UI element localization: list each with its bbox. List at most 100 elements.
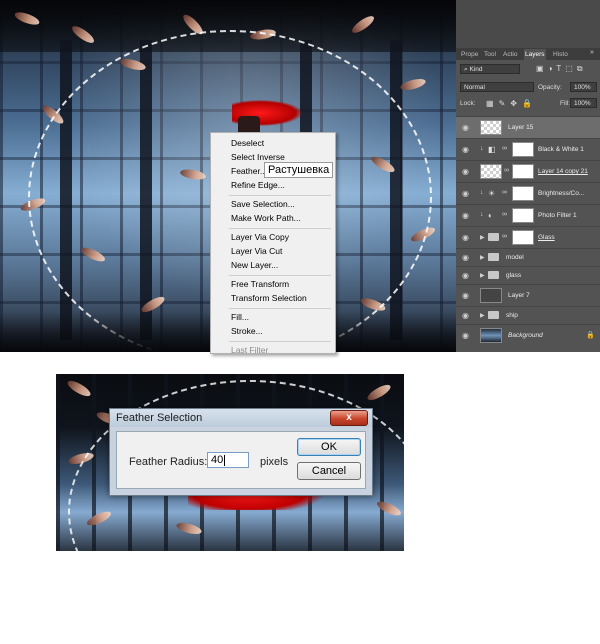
layer-row[interactable]: ◉ ↓ ◧ ∞ Black & White 1	[456, 138, 600, 160]
layer-thumbnail	[480, 328, 502, 343]
filter-icons[interactable]: ▣◑T⬚⧉	[536, 64, 587, 74]
layer-row[interactable]: ◉ ▶ glass	[456, 266, 600, 284]
shape-filter-icon[interactable]: ⬚	[565, 64, 577, 73]
layer-mask-thumbnail	[512, 230, 534, 245]
type-filter-icon[interactable]: T	[556, 64, 565, 73]
eye-icon[interactable]: ◉	[462, 145, 469, 154]
lock-position-icon[interactable]: ✥	[510, 99, 522, 108]
layer-name: Background	[508, 332, 543, 339]
layer-name: Brightness/Co...	[538, 190, 585, 197]
layer-row[interactable]: ◉ Layer 15	[456, 116, 600, 138]
group-collapse-icon[interactable]: ▶	[480, 312, 485, 319]
dialog-title: Feather Selection	[116, 412, 203, 424]
brightness-contrast-icon: ☀	[488, 189, 496, 198]
layer-thumbnail	[480, 120, 502, 135]
panel-menu-icon[interactable]: »	[590, 49, 594, 56]
menu-item-layer-via-copy[interactable]: Layer Via Copy	[231, 232, 289, 242]
dialog-titlebar[interactable]: Feather Selection x	[110, 409, 372, 427]
layer-mask-thumbnail	[512, 142, 534, 157]
menu-item-last-filter: Last Filter	[231, 345, 269, 355]
menu-item-make-work-path[interactable]: Make Work Path...	[231, 213, 301, 223]
cancel-button[interactable]: Cancel	[297, 462, 361, 480]
layer-row[interactable]: ◉ Background 🔒	[456, 324, 600, 346]
eye-icon[interactable]: ◉	[462, 211, 469, 220]
feather-selection-dialog: Feather Selection x Feather Radius: 40 p…	[109, 408, 373, 496]
menu-item-select-inverse[interactable]: Select Inverse	[231, 152, 285, 162]
tab-history[interactable]: Histo	[552, 49, 569, 60]
layer-row[interactable]: ◉ ▶ ∞ Glass	[456, 226, 600, 248]
photo-filter-icon: ◐	[488, 211, 493, 220]
lock-all-icon[interactable]: 🔒	[522, 99, 537, 108]
clip-arrow-icon: ↓	[480, 145, 484, 152]
lock-icons[interactable]: ▦✎✥🔒	[486, 99, 537, 108]
lock-pixels-icon[interactable]: ✎	[499, 99, 511, 108]
glass-shard	[399, 76, 427, 93]
menu-item-transform-selection[interactable]: Transform Selection	[231, 293, 307, 303]
blend-mode-value: Normal	[464, 84, 485, 91]
menu-item-feather[interactable]: Feather...	[231, 166, 267, 176]
eye-icon[interactable]: ◉	[462, 311, 469, 320]
menu-item-new-layer[interactable]: New Layer...	[231, 260, 278, 270]
blend-mode-select[interactable]: Normal	[460, 82, 534, 92]
group-collapse-icon[interactable]: ▶	[480, 254, 485, 261]
chain-link-icon: ∞	[502, 211, 507, 218]
eye-icon[interactable]: ◉	[462, 167, 469, 176]
menu-item-deselect[interactable]: Deselect	[231, 138, 264, 148]
chain-link-icon: ∞	[504, 167, 509, 174]
layer-mask-thumbnail	[512, 208, 534, 223]
feather-radius-value: 40	[211, 454, 224, 466]
menu-item-stroke[interactable]: Stroke...	[231, 326, 263, 336]
eye-icon[interactable]: ◉	[462, 123, 469, 132]
unit-label: pixels	[260, 456, 289, 468]
filter-kind-select[interactable]: ⌕ Kind	[460, 64, 520, 74]
close-button[interactable]: x	[330, 410, 368, 426]
group-collapse-icon[interactable]: ▶	[480, 272, 485, 279]
group-collapse-icon[interactable]: ▶	[480, 234, 485, 241]
feather-radius-label: Feather Radius:	[129, 456, 208, 468]
glass-shard	[365, 382, 393, 403]
image-filter-icon[interactable]: ▣	[536, 64, 548, 73]
tab-tool-presets[interactable]: Tool	[483, 49, 497, 60]
lock-transparent-icon[interactable]: ▦	[486, 99, 499, 108]
smart-object-filter-icon[interactable]: ⧉	[577, 64, 587, 73]
feather-radius-input[interactable]: 40	[207, 452, 249, 468]
layer-name: Layer 15	[508, 124, 534, 131]
menu-separator	[229, 341, 331, 342]
black-white-adjustment-icon: ◧	[488, 145, 496, 154]
eye-icon[interactable]: ◉	[462, 271, 469, 280]
menu-item-refine-edge[interactable]: Refine Edge...	[231, 180, 285, 190]
tab-actions[interactable]: Actio	[502, 49, 518, 60]
menu-item-layer-via-cut[interactable]: Layer Via Cut	[231, 246, 282, 256]
menu-separator	[229, 308, 331, 309]
folder-icon	[488, 271, 499, 279]
eye-icon[interactable]: ◉	[462, 331, 469, 340]
fill-input[interactable]: 100%	[570, 98, 597, 108]
layer-row[interactable]: ◉ ▶ ship	[456, 306, 600, 324]
layer-name: ship	[506, 312, 518, 319]
layer-name: Photo Filter 1	[538, 212, 577, 219]
menu-separator	[229, 195, 331, 196]
menu-item-fill[interactable]: Fill...	[231, 312, 249, 322]
opacity-input[interactable]: 100%	[570, 82, 597, 92]
ok-button[interactable]: OK	[297, 438, 361, 456]
eye-icon[interactable]: ◉	[462, 233, 469, 242]
layer-row[interactable]: ◉ Layer 7	[456, 284, 600, 306]
layer-row[interactable]: ◉ ↓ ◐ ∞ Photo Filter 1	[456, 204, 600, 226]
opacity-label: Opacity:	[538, 84, 562, 91]
tab-properties[interactable]: Prope	[460, 49, 479, 60]
tab-layers[interactable]: Layers	[524, 49, 546, 60]
dialog-body: Feather Radius: 40 pixels OK Cancel	[116, 431, 366, 489]
fill-label: Fill:	[560, 100, 571, 107]
menu-item-save-selection[interactable]: Save Selection...	[231, 199, 295, 209]
eye-icon[interactable]: ◉	[462, 253, 469, 262]
glass-shard	[65, 378, 93, 399]
layer-mask-thumbnail	[512, 164, 534, 179]
folder-icon	[488, 311, 499, 319]
layer-thumbnail	[480, 164, 502, 179]
menu-item-free-transform[interactable]: Free Transform	[231, 279, 289, 289]
eye-icon[interactable]: ◉	[462, 291, 469, 300]
layer-row[interactable]: ◉ ▶ model	[456, 248, 600, 266]
layer-row[interactable]: ◉ ∞ Layer 14 copy 21	[456, 160, 600, 182]
layer-row[interactable]: ◉ ↓ ☀ ∞ Brightness/Co...	[456, 182, 600, 204]
eye-icon[interactable]: ◉	[462, 189, 469, 198]
